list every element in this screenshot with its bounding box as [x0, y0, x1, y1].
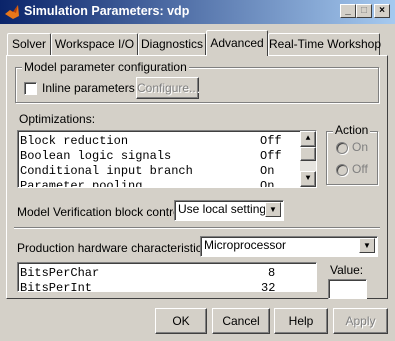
list-item[interactable]: Parameter pooling: [20, 179, 143, 188]
hardware-list[interactable]: BitsPerChar 8 BitsPerInt 32: [17, 262, 317, 292]
maximize-button[interactable]: □: [356, 4, 372, 18]
help-button[interactable]: Help: [274, 308, 328, 334]
optimizations-label: Optimizations:: [19, 112, 96, 126]
tab-workspace-io[interactable]: Workspace I/O: [51, 33, 138, 55]
item-value: Off: [260, 134, 282, 148]
scroll-thumb[interactable]: [300, 147, 316, 161]
cancel-button[interactable]: Cancel: [212, 308, 270, 334]
matlab-logo-icon: [5, 5, 19, 19]
inline-parameters-label[interactable]: Inline parameters: [42, 81, 135, 95]
item-name: Parameter pooling: [20, 179, 143, 188]
tab-advanced[interactable]: Advanced: [206, 30, 268, 56]
tab-diagnostics[interactable]: Diagnostics: [138, 33, 206, 55]
close-button[interactable]: ×: [374, 4, 390, 18]
optimizations-list[interactable]: Block reduction Off Boolean logic signal…: [17, 130, 317, 188]
model-config-label: Model parameter configuration: [22, 60, 189, 74]
separator: [14, 227, 380, 229]
checkbox-icon[interactable]: [24, 82, 37, 95]
tab-solver[interactable]: Solver: [7, 33, 51, 55]
item-value: 8: [268, 266, 276, 280]
verification-value: Use local settings: [178, 202, 273, 216]
item-value: 32: [261, 281, 276, 292]
production-value: Microprocessor: [204, 238, 287, 252]
title-bar[interactable]: Simulation Parameters: vdp _ □ ×: [0, 0, 395, 24]
production-select[interactable]: Microprocessor ▼: [200, 236, 378, 257]
scroll-down-icon[interactable]: ▼: [300, 171, 316, 187]
chevron-down-icon[interactable]: ▼: [359, 238, 375, 253]
item-name: BitsPerInt: [20, 281, 93, 292]
optimizations-scrollbar[interactable]: ▲ ▼: [300, 131, 316, 187]
item-name: Block reduction: [20, 134, 129, 148]
list-item[interactable]: Block reduction: [20, 134, 128, 149]
verification-label: Model Verification block control:: [17, 205, 186, 219]
list-item[interactable]: Boolean logic signals: [20, 149, 171, 164]
item-value: Off: [260, 149, 282, 163]
value-label: Value:: [330, 263, 364, 277]
apply-button[interactable]: Apply: [333, 308, 388, 334]
item-name: BitsPerChar: [20, 266, 100, 280]
scroll-up-icon[interactable]: ▲: [300, 131, 316, 147]
value-field[interactable]: [328, 279, 367, 299]
item-name: Boolean logic signals: [20, 149, 172, 163]
item-value: On: [260, 164, 275, 178]
tab-real-time-workshop[interactable]: Real-Time Workshop: [268, 33, 381, 55]
verification-select[interactable]: Use local settings ▼: [174, 200, 284, 221]
item-value: On: [260, 179, 275, 188]
item-name: Conditional input branch: [20, 164, 193, 178]
radio-icon[interactable]: [336, 164, 348, 176]
chevron-down-icon[interactable]: ▼: [265, 202, 281, 217]
production-label: Production hardware characteristics:: [17, 241, 212, 255]
window-title: Simulation Parameters: vdp: [24, 4, 190, 18]
configure-button[interactable]: Configure...: [136, 77, 199, 99]
list-item[interactable]: Conditional input branch: [20, 164, 193, 179]
radio-icon[interactable]: [336, 142, 348, 154]
list-item[interactable]: BitsPerChar: [20, 266, 99, 281]
action-label: Action: [333, 123, 371, 137]
action-on-label[interactable]: On: [352, 140, 368, 154]
action-off-label[interactable]: Off: [352, 162, 368, 176]
minimize-button[interactable]: _: [340, 4, 356, 18]
list-item[interactable]: BitsPerInt: [20, 281, 93, 292]
ok-button[interactable]: OK: [155, 308, 207, 334]
